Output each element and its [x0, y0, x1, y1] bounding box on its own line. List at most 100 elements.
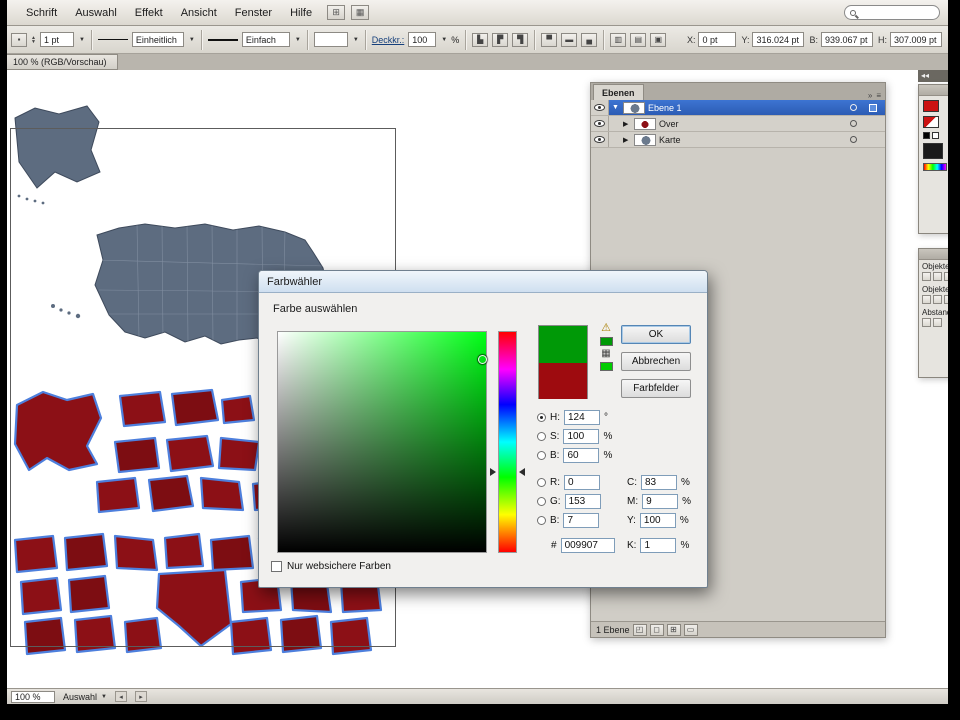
opacity-dropdown-icon[interactable]: ▼ — [441, 37, 447, 43]
stroke-swatch[interactable] — [923, 116, 939, 128]
stroke-weight-stepper[interactable]: ▲▼ — [31, 36, 36, 44]
search-input[interactable] — [859, 8, 929, 18]
align-top-icon[interactable]: ▀ — [541, 33, 557, 47]
style-dropdown[interactable] — [314, 32, 348, 47]
hue-slider-right-arrow[interactable] — [519, 468, 525, 476]
distribute-icon[interactable] — [933, 295, 942, 304]
k-field[interactable]: 1 — [640, 538, 676, 553]
menu-fenster[interactable]: Fenster — [226, 3, 281, 23]
y-field[interactable]: 100 — [640, 513, 676, 528]
distribute-icon[interactable] — [944, 295, 948, 304]
x-field[interactable]: 0 pt — [698, 32, 736, 47]
gamut-warning-icon[interactable]: ⚠ — [601, 323, 611, 334]
search-box[interactable] — [844, 5, 940, 20]
distribute-icon[interactable] — [922, 295, 931, 304]
layer-row-karte[interactable]: ▶ Karte — [591, 132, 885, 148]
brush-dropdown-icon[interactable]: ▼ — [295, 37, 301, 43]
b-field[interactable]: 60 — [563, 448, 599, 463]
make-mask-icon[interactable]: ◰ — [633, 624, 647, 636]
document-tab[interactable]: 100 % (RGB/Vorschau) — [7, 54, 118, 70]
h-radio[interactable] — [537, 413, 546, 422]
target-circle-icon[interactable] — [850, 120, 857, 127]
align-left-icon[interactable]: ▙ — [472, 33, 488, 47]
websafe-chip[interactable] — [600, 362, 613, 371]
align-center-icon[interactable]: ▛ — [492, 33, 508, 47]
cancel-button[interactable]: Abbrechen — [621, 352, 691, 371]
width-field[interactable]: 939.067 pt — [821, 32, 873, 47]
b2-field[interactable]: 7 — [563, 513, 599, 528]
new-layer-icon[interactable]: ⊞ — [667, 624, 681, 636]
align-icon[interactable] — [922, 272, 931, 281]
c-field[interactable]: 83 — [641, 475, 677, 490]
expand-icon[interactable]: ▶ — [623, 120, 631, 128]
new-sublayer-icon[interactable]: ◻ — [650, 624, 664, 636]
fill-swatch[interactable] — [923, 100, 939, 112]
b2-radio[interactable] — [537, 516, 546, 525]
layer-name[interactable]: Over — [659, 119, 679, 129]
dock-collapse-icon[interactable]: ◂◂ — [918, 70, 948, 82]
distribute-h-icon[interactable]: ▥ — [610, 33, 626, 47]
dialog-titlebar[interactable]: Farbwähler — [259, 271, 707, 293]
menu-effekt[interactable]: Effekt — [126, 3, 172, 23]
layer-name[interactable]: Karte — [659, 135, 681, 145]
width-profile-dropdown[interactable]: Einheitlich — [132, 32, 184, 47]
status-flyout-icon[interactable]: ▼ — [101, 694, 107, 700]
panel-flyout-icon[interactable]: ≡ — [876, 91, 881, 100]
b-radio[interactable] — [537, 451, 546, 460]
color-spectrum-swatch[interactable] — [923, 143, 943, 159]
opacity-field[interactable]: 100 — [408, 32, 436, 47]
spacing-icon[interactable] — [922, 318, 931, 327]
spectrum-ramp[interactable] — [923, 163, 947, 171]
stroke-weight-field[interactable]: 1 pt — [40, 32, 74, 47]
m-field[interactable]: 9 — [642, 494, 678, 509]
trash-icon[interactable]: ▭ — [684, 624, 698, 636]
distribute-v-icon[interactable]: ▤ — [630, 33, 646, 47]
s-field[interactable]: 100 — [563, 429, 599, 444]
tab-ebenen[interactable]: Ebenen — [593, 84, 644, 100]
panel-collapse-icon[interactable]: » — [868, 91, 872, 100]
spacing-icon[interactable] — [933, 318, 942, 327]
arrange-documents-icon[interactable]: ▦ — [351, 5, 369, 20]
ok-button[interactable]: OK — [621, 325, 691, 344]
align-right-icon[interactable]: ▜ — [512, 33, 528, 47]
g-field[interactable]: 153 — [565, 494, 601, 509]
menu-hilfe[interactable]: Hilfe — [281, 3, 321, 23]
menu-ansicht[interactable]: Ansicht — [172, 3, 226, 23]
stroke-weight-dropdown-icon[interactable]: ▼ — [79, 37, 85, 43]
style-dropdown-icon[interactable]: ▼ — [353, 37, 359, 43]
next-arrow-icon[interactable]: ▸ — [135, 691, 147, 702]
hex-field[interactable]: 009907 — [561, 538, 615, 553]
s-radio[interactable] — [537, 432, 546, 441]
expand-icon[interactable]: ▼ — [612, 104, 620, 111]
h-field[interactable]: 124 — [564, 410, 600, 425]
brush-dropdown[interactable]: Einfach — [242, 32, 290, 47]
menu-schrift[interactable]: Schrift — [17, 3, 66, 23]
y-field[interactable]: 316.024 pt — [752, 32, 804, 47]
expand-icon[interactable]: ▶ — [623, 136, 631, 144]
in-gamut-chip[interactable] — [600, 337, 613, 346]
visibility-eye-icon[interactable] — [594, 120, 605, 127]
swatches-button[interactable]: Farbfelder — [621, 379, 691, 398]
bridge-icon[interactable]: ⊞ — [327, 5, 345, 20]
visibility-eye-icon[interactable] — [594, 104, 605, 111]
target-circle-icon[interactable] — [850, 104, 857, 111]
g-radio[interactable] — [537, 497, 546, 506]
r-radio[interactable] — [537, 478, 546, 487]
menu-auswahl[interactable]: Auswahl — [66, 3, 126, 23]
hue-slider-left-arrow[interactable] — [490, 468, 496, 476]
opacity-label[interactable]: Deckkr.: — [372, 35, 405, 45]
saturation-brightness-field[interactable] — [277, 331, 487, 553]
zoom-field[interactable]: 100 % — [11, 691, 55, 703]
r-field[interactable]: 0 — [564, 475, 600, 490]
layer-name[interactable]: Ebene 1 — [648, 103, 682, 113]
layer-row-ebene1[interactable]: ▼ Ebene 1 — [591, 100, 885, 116]
visibility-eye-icon[interactable] — [594, 136, 605, 143]
transform-icon[interactable]: ▣ — [650, 33, 666, 47]
align-icon[interactable] — [944, 272, 948, 281]
align-bottom-icon[interactable]: ▄ — [581, 33, 597, 47]
color-field-marker[interactable] — [478, 355, 487, 364]
height-field[interactable]: 307.009 pt — [890, 32, 942, 47]
layer-row-over[interactable]: ▶ Over — [591, 116, 885, 132]
white-swatch[interactable] — [932, 132, 939, 139]
color-panel-header[interactable] — [919, 85, 948, 96]
